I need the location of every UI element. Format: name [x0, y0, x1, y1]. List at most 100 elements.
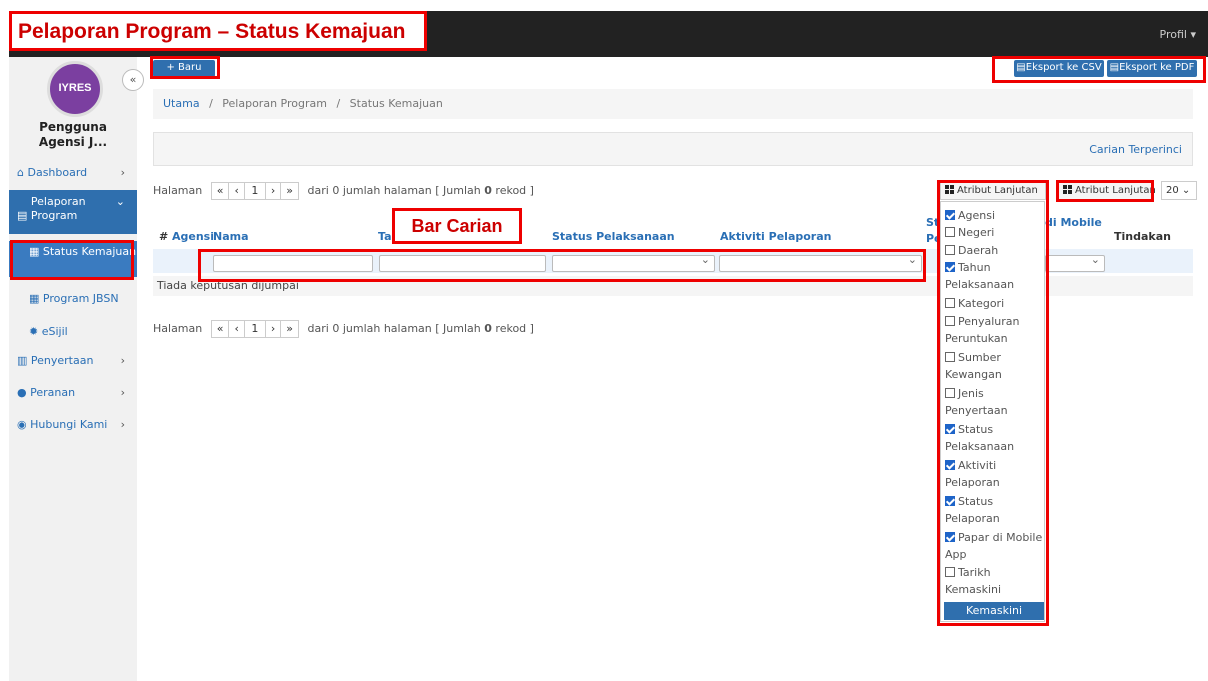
column-header-status-pelaporan[interactable]: St [926, 216, 939, 229]
checkbox[interactable] [945, 298, 955, 308]
sidebar-item-peranan[interactable]: ● Peranan › [9, 386, 137, 400]
column-header-status-pelaksanaan[interactable]: Status Pelaksanaan [552, 230, 675, 243]
checkbox-checked[interactable] [945, 262, 955, 272]
sidebar-item-status-kemajuan[interactable]: ▦ Status Kemajuan [9, 241, 137, 277]
attribute-dropdown: Agensi Negeri Daerah Tahun Pelaksanaan K… [940, 201, 1045, 622]
clipboard-icon: ▥ [17, 354, 31, 367]
first-page-button[interactable]: « [210, 320, 230, 338]
new-button[interactable]: + Baru [153, 60, 215, 77]
attribute-option-tarikh-kemaskini[interactable]: Tarikh Kemaskini [945, 564, 1045, 598]
attribute-option-kategori[interactable]: Kategori [945, 295, 1045, 312]
record-count: 0 [484, 322, 492, 335]
page-number-input[interactable]: 1 [243, 182, 266, 200]
advanced-attribute-button-2[interactable]: Atribut Lanjutan [1058, 182, 1156, 200]
breadcrumb-home[interactable]: Utama [163, 97, 200, 110]
next-page-button[interactable]: › [264, 182, 282, 200]
logo: IYRES [47, 61, 103, 117]
sidebar-item-program-jbsn[interactable]: ▦ Program JBSN [9, 292, 137, 306]
page-number-input[interactable]: 1 [243, 320, 266, 338]
column-header-papar-mobile[interactable]: di Mobile [1045, 216, 1102, 229]
sidebar-item-label: Peranan [30, 386, 76, 399]
export-csv-button[interactable]: ▤Eksport ke CSV [1014, 60, 1104, 77]
attribute-option-papar-mobile[interactable]: Papar di Mobile App [945, 529, 1045, 563]
column-header-agensi[interactable]: Agensi [172, 230, 214, 243]
first-page-button[interactable]: « [210, 182, 230, 200]
column-header-tindakan: Tindakan [1114, 230, 1171, 243]
pager-text: dari 0 jumlah halaman [ Jumlah [307, 322, 485, 335]
export-pdf-button[interactable]: ▤Eksport ke PDF [1107, 60, 1197, 77]
main-content: + Baru ▤Eksport ke CSV ▤Eksport ke PDF U… [137, 57, 1208, 681]
attribute-option-negeri[interactable]: Negeri [945, 224, 1045, 241]
user-icon: ● [17, 386, 31, 399]
search-bar-label: Bar Carian [392, 208, 522, 244]
attribute-option-daerah[interactable]: Daerah [945, 242, 1045, 259]
checkbox[interactable] [945, 245, 955, 255]
sidebar-item-label: Status Kemajuan [42, 245, 137, 258]
attribute-option-agensi[interactable]: Agensi [945, 207, 1045, 224]
attribute-option-aktiviti-pelaporan[interactable]: Aktiviti Pelaporan [945, 457, 1045, 491]
column-header-aktiviti-pelaporan[interactable]: Aktiviti Pelaporan [720, 230, 831, 243]
checkbox-checked[interactable] [945, 210, 955, 220]
attribute-option-jenis-penyertaan[interactable]: Jenis Penyertaan [945, 385, 1045, 419]
sidebar-item-dashboard[interactable]: ⌂ Dashboard › [9, 166, 137, 180]
export-csv-label: Eksport ke CSV [1025, 62, 1102, 73]
attribute-option-tahun-pelaksanaan[interactable]: Tahun Pelaksanaan [945, 259, 1045, 293]
pager-summary: dari 0 jumlah halaman [ Jumlah 0 rekod ] [308, 322, 534, 335]
chevron-right-icon: › [120, 386, 125, 399]
column-header-nama[interactable]: Nama [213, 230, 249, 243]
advanced-attribute-button[interactable]: Atribut Lanjutan [940, 182, 1046, 200]
attribute-label: Papar di Mobile App [945, 531, 1043, 561]
checkbox-checked[interactable] [945, 496, 955, 506]
attribute-option-status-pelaksanaan[interactable]: Status Pelaksanaan [945, 421, 1045, 455]
pager-summary: dari 0 jumlah halaman [ Jumlah 0 rekod ] [308, 184, 534, 197]
update-attributes-button[interactable]: Kemaskini [944, 602, 1044, 620]
column-header-tahun[interactable]: Ta [378, 230, 392, 243]
checkbox-checked[interactable] [945, 424, 955, 434]
sidebar-item-penyertaan[interactable]: ▥ Penyertaan › [9, 354, 137, 368]
pager-label: Halaman [153, 322, 203, 335]
sidebar-item-label: Pelaporan Program [30, 195, 86, 222]
per-page-value: 20 [1166, 185, 1179, 196]
attribute-option-status-pelaporan[interactable]: Status Pelaporan [945, 493, 1045, 527]
checkbox-checked[interactable] [945, 460, 955, 470]
attribute-option-sumber-kewangan[interactable]: Sumber Kewangan [945, 349, 1045, 383]
sidebar-item-label: Hubungi Kami [30, 418, 108, 431]
advanced-search-link[interactable]: Carian Terperinci [1089, 143, 1182, 156]
profile-menu[interactable]: Profil ▾ [1160, 28, 1196, 41]
pager-text: dari 0 jumlah halaman [ Jumlah [307, 184, 485, 197]
checkbox[interactable] [945, 567, 955, 577]
file-icon: ▤ [1109, 62, 1120, 73]
sidebar-item-pelaporan-program[interactable]: ▤ Pelaporan Program ⌄ [9, 190, 137, 234]
last-page-button[interactable]: » [280, 320, 300, 338]
per-page-select[interactable]: 20 ⌄ [1161, 181, 1197, 200]
search-panel: Carian Terperinci [153, 132, 1193, 166]
certificate-icon: ✹ [29, 325, 42, 338]
table-icon: ▦ [29, 245, 43, 258]
attribute-option-penyaluran[interactable]: Penyaluran Peruntukan [945, 313, 1045, 347]
checkbox[interactable] [945, 316, 955, 326]
checkbox[interactable] [945, 227, 955, 237]
breadcrumb: Utama / Pelaporan Program / Status Kemaj… [153, 89, 1193, 119]
prev-page-button[interactable]: ‹ [228, 320, 245, 338]
sidebar-item-esijil[interactable]: ✹ eSijil [9, 325, 137, 339]
sidebar-item-label: Dashboard [27, 166, 88, 179]
prev-page-button[interactable]: ‹ [228, 182, 245, 200]
chevron-right-icon: › [120, 354, 125, 367]
filter-papar-mobile-select[interactable] [1045, 253, 1105, 272]
sidebar-item-hubungi-kami[interactable]: ◉ Hubungi Kami › [9, 418, 137, 432]
filter-status-pelaksanaan-select[interactable] [552, 253, 715, 272]
next-page-button[interactable]: › [264, 320, 282, 338]
filter-aktiviti-pelaporan-select[interactable] [719, 253, 922, 272]
attribute-label: Daerah [958, 244, 999, 257]
checkbox[interactable] [945, 352, 955, 362]
sidebar: IYRES « Pengguna Agensi J... ⌂ Dashboard… [9, 57, 144, 681]
title-annotation: Pelaporan Program – Status Kemajuan [9, 11, 427, 51]
breadcrumb-separator: / [209, 97, 213, 110]
checkbox-checked[interactable] [945, 532, 955, 542]
filter-tahun-input[interactable] [379, 255, 546, 272]
filter-nama-input[interactable] [213, 255, 373, 272]
pager-text-end: rekod ] [491, 322, 534, 335]
last-page-button[interactable]: » [280, 182, 300, 200]
checkbox[interactable] [945, 388, 955, 398]
attribute-label: Penyaluran Peruntukan [945, 315, 1020, 345]
